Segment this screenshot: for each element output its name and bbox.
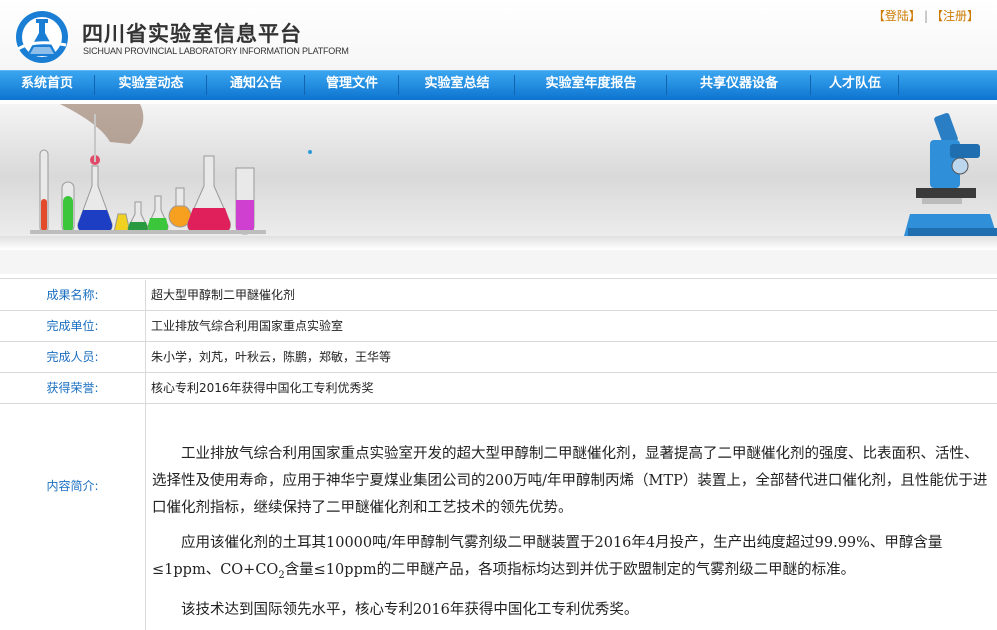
site-header: 四川省实验室信息平台 SICHUAN PROVINCIAL LABORATORY…	[0, 0, 997, 70]
sub-bar	[0, 250, 997, 274]
table-row: 完成人员: 朱小学，刘芃，叶秋云，陈鹏，郑敏，王华等	[0, 342, 997, 373]
content-paragraph: 该技术达到国际领先水平，核心专利2016年获得中国化工专利优秀奖。	[181, 601, 639, 618]
nav-divider	[810, 75, 811, 95]
nav-divider	[206, 75, 207, 95]
register-link[interactable]: 【注册】	[931, 9, 979, 23]
completing-people-value: 朱小学，刘芃，叶秋云，陈鹏，郑敏，王华等	[151, 350, 392, 364]
completing-people-label: 完成人员:	[0, 342, 146, 372]
main-nav: 系统首页 实验室动态 通知公告 管理文件 实验室总结 实验室年度报告 共享仪器设…	[0, 70, 997, 100]
site-subtitle: SICHUAN PROVINCIAL LABORATORY INFORMATIO…	[83, 46, 349, 56]
banner-art	[30, 104, 997, 236]
spacer	[0, 274, 997, 279]
honor-label: 获得荣誉:	[0, 373, 146, 403]
lab-glassware-icon	[30, 114, 266, 235]
nav-divider	[898, 75, 899, 95]
completing-unit-label: 完成单位:	[0, 311, 146, 341]
logo-flask-icon[interactable]	[14, 9, 70, 65]
auth-links: 【登陆】 | 【注册】	[873, 7, 979, 24]
content-paragraph: 应用该催化剂的土耳其10000吨/年甲醇制气雾剂级二甲醚装置于2016年4月投产…	[152, 530, 992, 589]
table-row: 完成单位: 工业排放气综合利用国家重点实验室	[0, 311, 997, 342]
content-summary-body: 工业排放气综合利用国家重点实验室开发的超大型甲醇制二甲醚催化剂，显著提高了二甲醚…	[152, 441, 992, 630]
content-paragraph: 工业排放气综合利用国家重点实验室开发的超大型甲醇制二甲醚催化剂，显著提高了二甲醚…	[152, 446, 988, 516]
nav-item-lab-news[interactable]: 实验室动态	[96, 71, 206, 100]
nav-item-home[interactable]: 系统首页	[0, 71, 94, 100]
nav-item-shared-equipment[interactable]: 共享仪器设备	[668, 71, 810, 100]
nav-item-management-docs[interactable]: 管理文件	[306, 71, 398, 100]
content-summary-label: 内容简介:	[0, 404, 146, 630]
banner-shadow	[0, 236, 997, 250]
nav-divider	[514, 75, 515, 95]
completing-unit-value: 工业排放气综合利用国家重点实验室	[151, 319, 344, 333]
nav-divider	[398, 75, 399, 95]
table-row: 内容简介: 工业排放气综合利用国家重点实验室开发的超大型甲醇制二甲醚催化剂，显著…	[0, 404, 997, 630]
nav-item-talent[interactable]: 人才队伍	[812, 71, 898, 100]
auth-separator: |	[923, 9, 928, 23]
nav-item-lab-summary[interactable]: 实验室总结	[400, 71, 514, 100]
nav-item-notices[interactable]: 通知公告	[208, 71, 304, 100]
table-row: 获得荣誉: 核心专利2016年获得中国化工专利优秀奖	[0, 373, 997, 404]
login-link[interactable]: 【登陆】	[873, 9, 921, 23]
banner	[0, 104, 997, 236]
achievement-name-value: 超大型甲醇制二甲醚催化剂	[151, 288, 296, 302]
microscope-icon	[904, 113, 997, 236]
achievement-name-label: 成果名称:	[0, 280, 146, 310]
nav-item-annual-report[interactable]: 实验室年度报告	[516, 71, 666, 100]
nav-divider	[666, 75, 667, 95]
honor-value: 核心专利2016年获得中国化工专利优秀奖	[151, 381, 374, 395]
site-title: 四川省实验室信息平台	[82, 22, 302, 46]
nav-divider	[304, 75, 305, 95]
nav-divider	[94, 75, 95, 95]
table-row: 成果名称: 超大型甲醇制二甲醚催化剂	[0, 280, 997, 311]
achievement-detail-table: 成果名称: 超大型甲醇制二甲醚催化剂 完成单位: 工业排放气综合利用国家重点实验…	[0, 280, 997, 630]
content-text: 含量≤10ppm的二甲醚产品，各项指标均达到并优于欧盟制定的气雾剂级二甲醚的标准…	[284, 562, 856, 578]
